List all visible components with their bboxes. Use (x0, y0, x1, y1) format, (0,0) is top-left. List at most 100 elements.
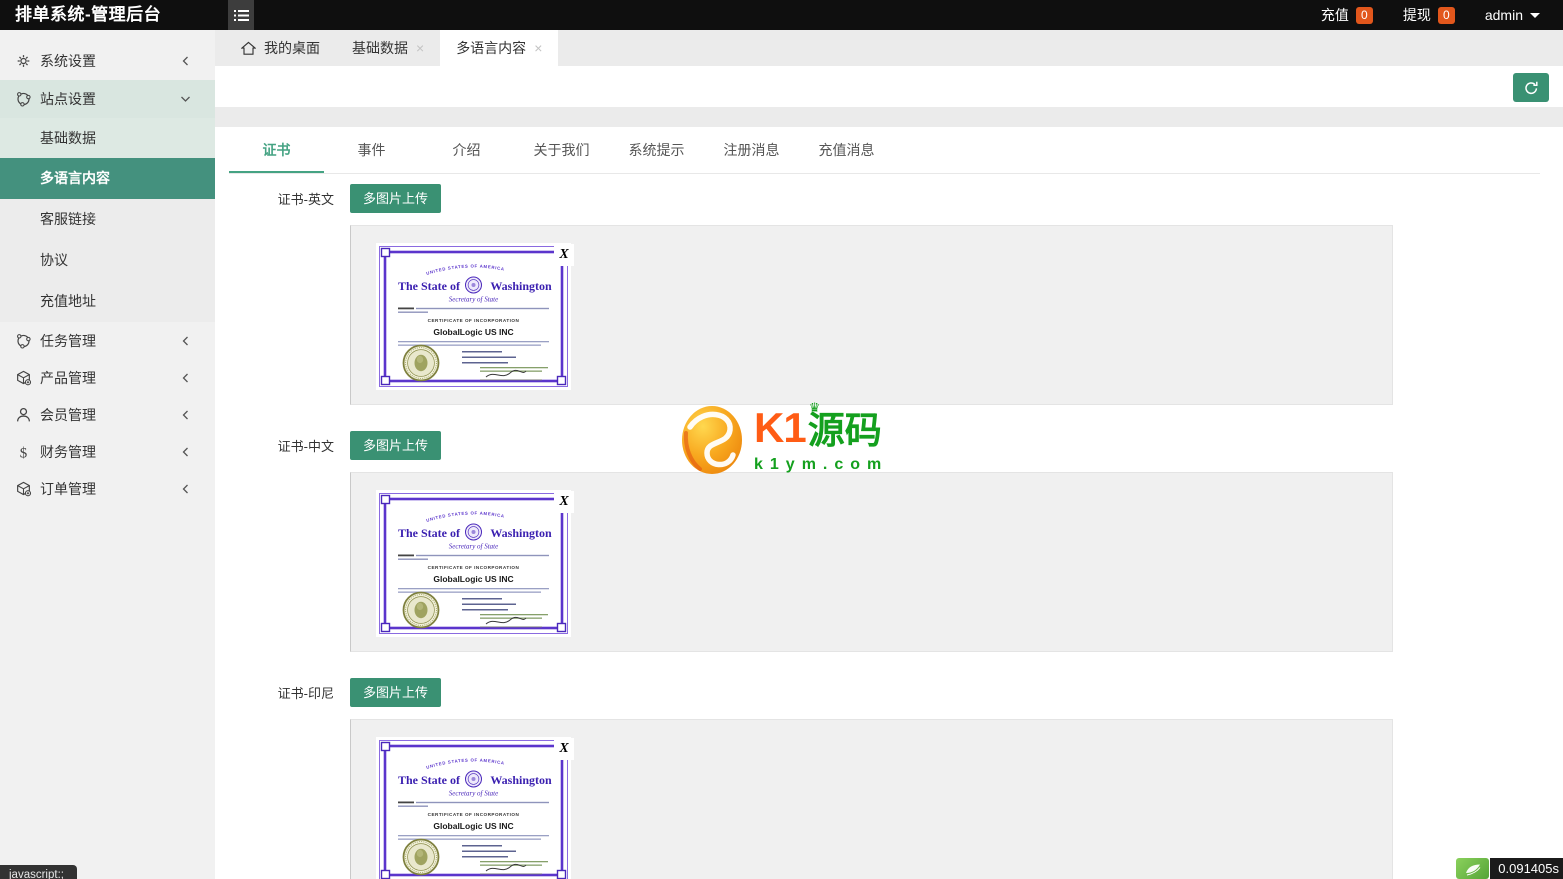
tab-label: 我的桌面 (264, 38, 320, 58)
sidebar-item-label: 订单管理 (40, 479, 96, 499)
product-icon (15, 369, 32, 386)
sidebar-item-label: 任务管理 (40, 331, 96, 351)
field-label: 证书-中文 (229, 436, 334, 455)
sidebar-item-label: 财务管理 (40, 442, 96, 462)
svg-text:CERTIFICATE OF INCORPORATION: CERTIFICATE OF INCORPORATION (428, 812, 520, 817)
home-icon (241, 41, 256, 56)
recharge-link[interactable]: 充值 0 (1306, 0, 1388, 30)
content-divider (215, 107, 1563, 127)
hamburger-icon (234, 9, 249, 22)
close-icon[interactable]: × (416, 40, 424, 56)
certificate-image: UNITED STATES OF AMERICA The State of Wa… (376, 737, 571, 879)
content-tab-certificate[interactable]: 证书 (229, 127, 324, 173)
member-icon (15, 406, 32, 423)
tab-label: 基础数据 (352, 38, 408, 58)
remove-image-button[interactable]: X (554, 738, 574, 760)
sidebar-item-member-management[interactable]: 会员管理 (0, 396, 215, 433)
sidebar-item-system-settings[interactable]: 系统设置 (0, 42, 215, 80)
username: admin (1485, 7, 1523, 23)
svg-text:The State of: The State of (398, 279, 461, 293)
multi-image-upload-button[interactable]: 多图片上传 (350, 184, 441, 213)
content-tab-system-prompt[interactable]: 系统提示 (609, 127, 704, 173)
svg-text:Washington: Washington (490, 773, 552, 787)
app-title: 排单系统-管理后台 (15, 0, 161, 30)
chevron-down-icon (179, 92, 191, 106)
finance-icon: $ (15, 443, 32, 460)
top-header: 排单系统-管理后台 充值 0 提现 0 admin (0, 0, 1563, 30)
browser-status-tooltip: javascript:; (0, 865, 77, 879)
order-icon (15, 480, 32, 497)
sidebar-item-label: 产品管理 (40, 368, 96, 388)
content-tab-about-us[interactable]: 关于我们 (514, 127, 609, 173)
form-row-certificate-cn: 证书-中文 多图片上传 (229, 431, 1563, 460)
sidebar-item-product-management[interactable]: 产品管理 (0, 359, 215, 396)
upload-panel-en: UNITED STATES OF AMERICA The State of Wa… (350, 225, 1393, 405)
content-tab-recharge-message[interactable]: 充值消息 (799, 127, 894, 173)
sidebar-item-site-settings[interactable]: 站点设置 (0, 80, 215, 118)
svg-text:Secretary of State: Secretary of State (449, 296, 499, 304)
site-settings-submenu: 基础数据 多语言内容 客服链接 协议 充值地址 (0, 118, 215, 322)
tab-my-desktop[interactable]: 我的桌面 (225, 30, 336, 66)
sidebar-item-finance-management[interactable]: $ 财务管理 (0, 433, 215, 470)
upload-panel-id: UNITED STATES OF AMERICA The State of Wa… (350, 719, 1393, 879)
multi-image-upload-button[interactable]: 多图片上传 (350, 431, 441, 460)
refresh-button[interactable] (1513, 73, 1549, 102)
window-tabbar: 我的桌面 基础数据 × 多语言内容 × (215, 30, 1563, 66)
tab-basic-data[interactable]: 基础数据 × (336, 30, 440, 66)
sidebar-item-label: 站点设置 (40, 89, 96, 109)
withdraw-count-badge: 0 (1438, 7, 1455, 24)
content-tab-intro[interactable]: 介绍 (419, 127, 514, 173)
sidebar-subitem-agreement[interactable]: 协议 (0, 240, 215, 281)
remove-image-button[interactable]: X (554, 491, 574, 513)
site-icon (15, 91, 32, 108)
page-load-time: 0.091405s (1490, 858, 1563, 879)
svg-text:$: $ (20, 445, 27, 460)
task-icon (15, 332, 32, 349)
svg-text:CERTIFICATE OF INCORPORATION: CERTIFICATE OF INCORPORATION (428, 318, 520, 323)
certificate-thumbnail: UNITED STATES OF AMERICA The State of Wa… (376, 490, 571, 637)
content-tab-register-message[interactable]: 注册消息 (704, 127, 799, 173)
certificate-thumbnail: UNITED STATES OF AMERICA The State of Wa… (376, 737, 571, 879)
upload-panel-cn: UNITED STATES OF AMERICA The State of Wa… (350, 472, 1393, 652)
trace-toggle-button[interactable] (1456, 858, 1489, 879)
sidebar-item-label: 会员管理 (40, 405, 96, 425)
chevron-left-icon (179, 408, 191, 422)
sidebar-item-order-management[interactable]: 订单管理 (0, 470, 215, 507)
sidebar-subitem-service-link[interactable]: 客服链接 (0, 199, 215, 240)
chevron-left-icon (179, 445, 191, 459)
svg-text:CERTIFICATE OF INCORPORATION: CERTIFICATE OF INCORPORATION (428, 565, 520, 570)
leaf-icon (1463, 862, 1483, 876)
recharge-label: 充值 (1321, 5, 1349, 25)
dropdown-caret-icon (1530, 13, 1540, 18)
sidebar-item-task-management[interactable]: 任务管理 (0, 322, 215, 359)
svg-text:The State of: The State of (398, 773, 461, 787)
withdraw-link[interactable]: 提现 0 (1388, 0, 1470, 30)
content-tabs: 证书 事件 介绍 关于我们 系统提示 注册消息 充值消息 (229, 127, 1540, 174)
sidebar-subitem-multilanguage[interactable]: 多语言内容 (0, 158, 215, 199)
chevron-left-icon (179, 54, 191, 68)
chevron-left-icon (179, 482, 191, 496)
refresh-icon (1523, 80, 1539, 96)
svg-text:Secretary of State: Secretary of State (449, 543, 499, 551)
tab-multilanguage[interactable]: 多语言内容 × (440, 30, 558, 66)
sidebar-toggle-button[interactable] (228, 0, 254, 30)
svg-text:GlobalLogic US INC: GlobalLogic US INC (433, 821, 513, 831)
sidebar-subitem-basic-data[interactable]: 基础数据 (0, 118, 215, 158)
chevron-left-icon (179, 334, 191, 348)
multi-image-upload-button[interactable]: 多图片上传 (350, 678, 441, 707)
user-menu[interactable]: admin (1470, 0, 1555, 30)
content-tab-event[interactable]: 事件 (324, 127, 419, 173)
field-label: 证书-英文 (229, 189, 334, 208)
svg-text:The State of: The State of (398, 526, 461, 540)
svg-text:Secretary of State: Secretary of State (449, 790, 499, 798)
gear-icon (15, 53, 32, 70)
sidebar-subitem-recharge-address[interactable]: 充值地址 (0, 281, 215, 322)
form-row-certificate-id: 证书-印尼 多图片上传 (229, 678, 1563, 707)
svg-text:Washington: Washington (490, 526, 552, 540)
chevron-left-icon (179, 371, 191, 385)
close-icon[interactable]: × (534, 40, 542, 56)
remove-image-button[interactable]: X (554, 244, 574, 266)
certificate-image: UNITED STATES OF AMERICA The State of Wa… (376, 243, 571, 390)
main-content: 证书 事件 介绍 关于我们 系统提示 注册消息 充值消息 证书-英文 多图片上传… (215, 127, 1563, 879)
field-label: 证书-印尼 (229, 683, 334, 702)
